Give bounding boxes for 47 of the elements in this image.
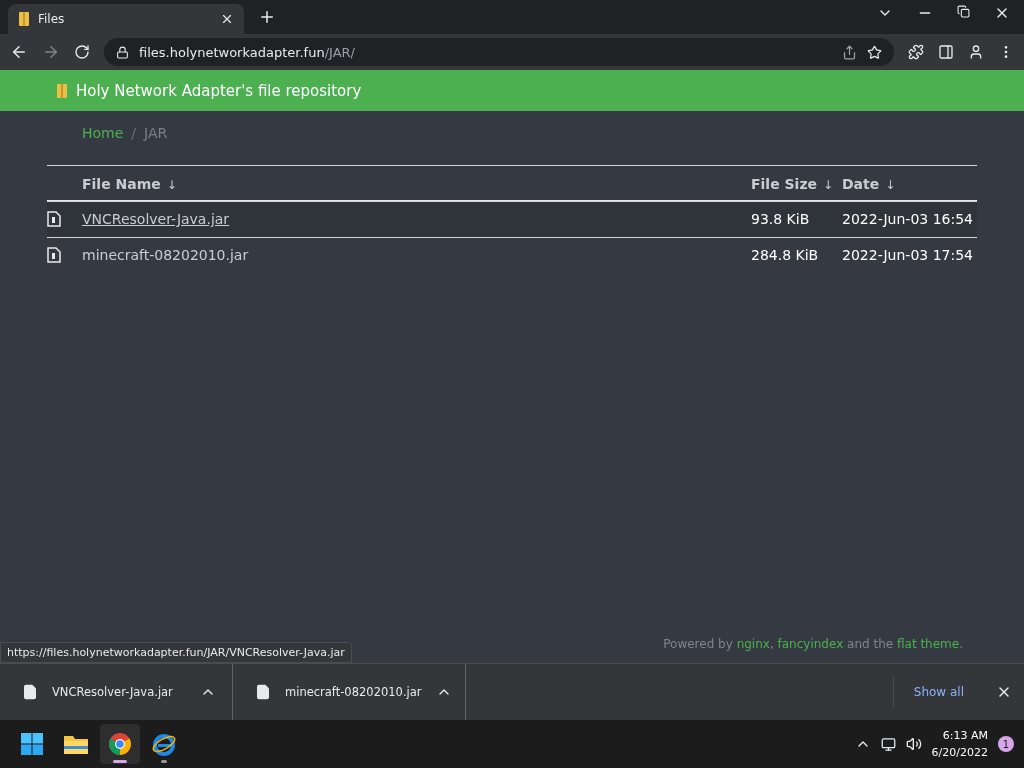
file-icon xyxy=(22,684,38,700)
back-icon[interactable] xyxy=(10,43,28,61)
status-url: https://files.holynetworkadapter.fun/JAR/VNCResolver-Java.jar xyxy=(0,642,352,663)
volume-icon[interactable] xyxy=(905,736,922,752)
sort-arrow[interactable]: ↓ xyxy=(166,177,177,192)
file-link[interactable]: minecraft-08202010.jar xyxy=(82,247,249,263)
star-icon[interactable] xyxy=(867,44,882,60)
browser-icon[interactable] xyxy=(108,732,132,756)
breadcrumb-link[interactable]: Home xyxy=(82,125,124,165)
puzzle-icon[interactable] xyxy=(908,44,924,60)
file-date: 2022-Jun-03 16:54 xyxy=(842,211,974,227)
reload-icon[interactable] xyxy=(74,44,90,60)
column-header[interactable]: File Name xyxy=(82,175,161,192)
close-icon[interactable] xyxy=(220,12,234,26)
side-panel-icon[interactable] xyxy=(938,44,954,60)
notification-badge[interactable]: 1 xyxy=(998,736,1014,752)
show-all-link[interactable]: Show all xyxy=(892,677,984,707)
restore-icon[interactable] xyxy=(957,5,970,21)
column-header[interactable]: Date xyxy=(842,175,880,192)
share-icon[interactable] xyxy=(842,44,857,60)
file-icon xyxy=(47,247,61,263)
network-icon[interactable] xyxy=(880,736,896,752)
new-tab-icon[interactable] xyxy=(258,8,276,26)
file-icon xyxy=(47,211,61,227)
browser-icon[interactable] xyxy=(152,732,176,756)
folder-icon xyxy=(56,82,68,99)
file-size: 93.8 KiB xyxy=(751,211,811,227)
taskbar-app[interactable] xyxy=(100,724,140,764)
file-icon xyxy=(255,684,271,700)
address-bar[interactable]: files.holynetworkadapter.fun/JAR/ xyxy=(104,38,894,66)
column-header[interactable]: File Size xyxy=(751,175,818,192)
footer-text: Powered by nginx, fancyindex and the flat theme. xyxy=(663,637,964,651)
file-size: 284.8 KiB xyxy=(751,247,820,263)
profile-icon[interactable] xyxy=(968,44,984,60)
breadcrumb-separator: / xyxy=(131,125,137,143)
folder-icon xyxy=(18,11,30,27)
windows-icon[interactable] xyxy=(20,732,44,756)
site-title: Holy Network Adapter's file repository xyxy=(76,81,362,100)
browser-tab[interactable]: Files xyxy=(8,4,244,34)
folder-icon[interactable] xyxy=(63,733,89,755)
clock[interactable]: 6:13 AM 6/20/2022 xyxy=(931,727,988,761)
lock-icon xyxy=(116,45,129,59)
file-date: 2022-Jun-03 17:54 xyxy=(842,247,974,263)
sort-arrow[interactable]: ↓ xyxy=(885,177,896,192)
file-link[interactable]: VNCResolver-Java.jar xyxy=(82,211,230,227)
forward-icon[interactable] xyxy=(42,43,60,61)
sort-arrow[interactable]: ↓ xyxy=(823,177,834,192)
